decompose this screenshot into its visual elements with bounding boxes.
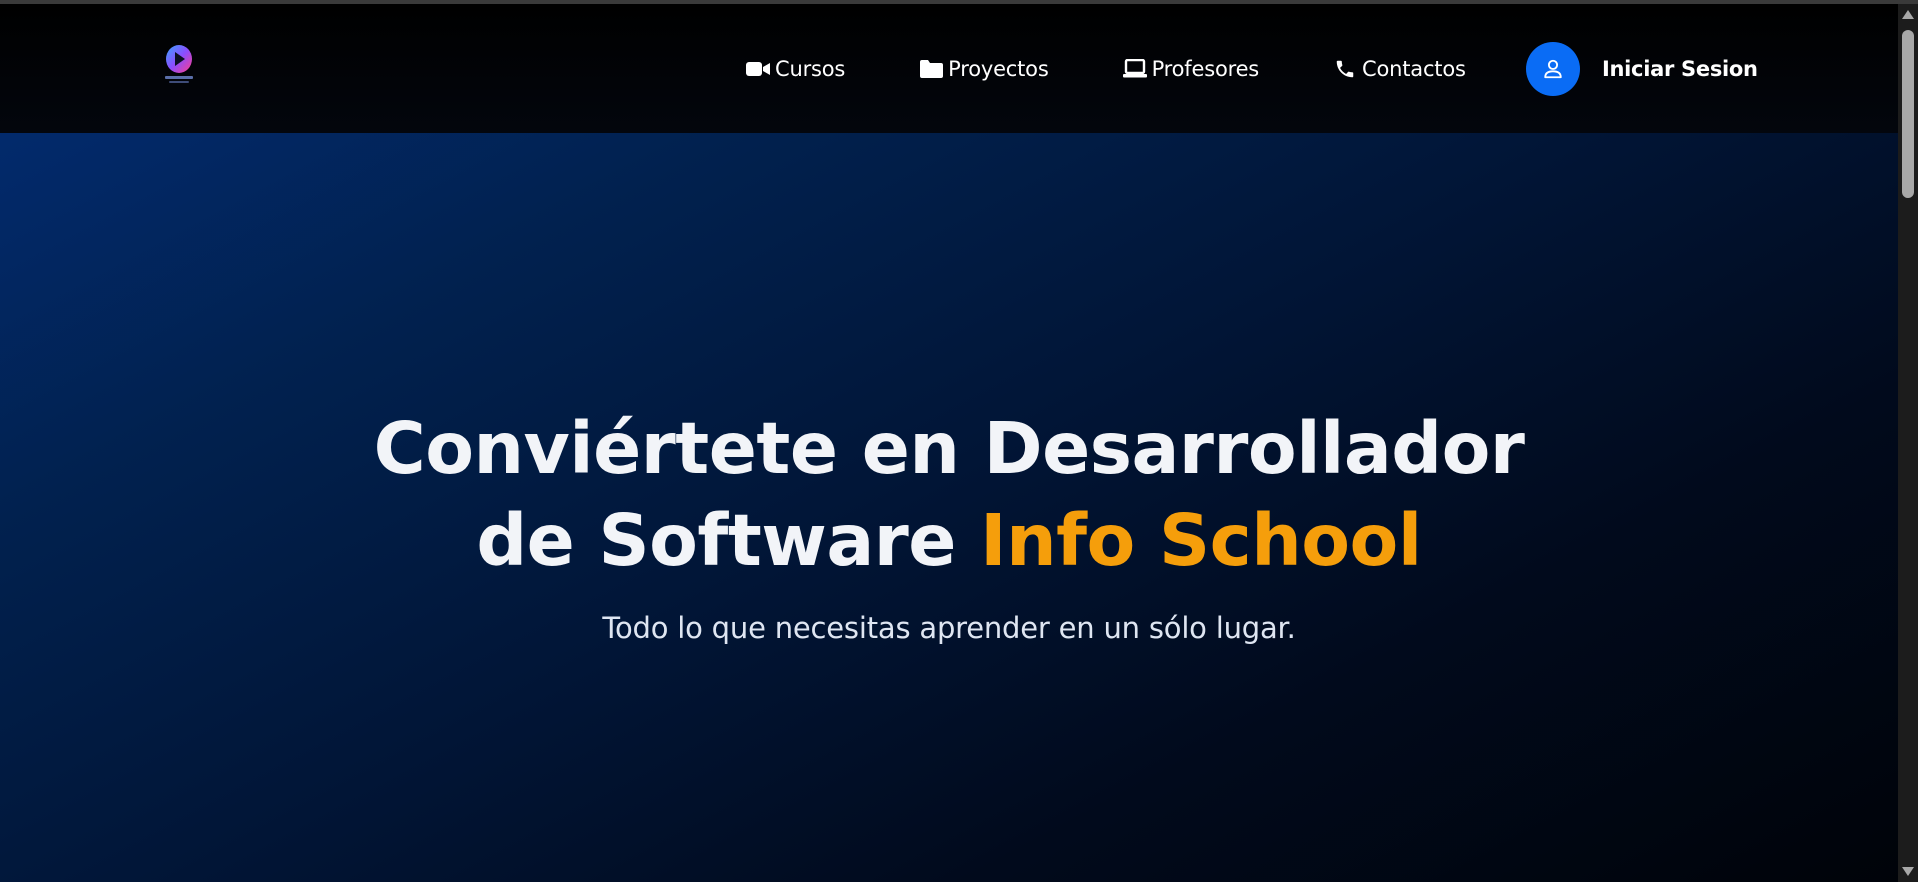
login-button[interactable]: Iniciar Sesion	[1526, 42, 1758, 96]
nav-link-label: Cursos	[775, 56, 846, 81]
login-label: Iniciar Sesion	[1602, 57, 1758, 81]
nav-link-proyectos[interactable]: Proyectos	[919, 56, 1049, 81]
vertical-scrollbar[interactable]	[1898, 4, 1918, 882]
hero-section: Conviértete en Desarrollador de Software…	[0, 133, 1898, 882]
login-avatar-button[interactable]	[1526, 42, 1580, 96]
nav-link-contactos[interactable]: Contactos	[1333, 57, 1466, 81]
scroll-down-arrow-icon[interactable]	[1902, 867, 1914, 876]
phone-icon	[1333, 58, 1357, 80]
folder-icon	[919, 58, 943, 80]
page-viewport: Cursos Proyectos Profesores Contactos In…	[0, 4, 1898, 882]
brain-play-logo-icon	[165, 45, 193, 83]
nav-link-label: Proyectos	[948, 56, 1049, 81]
scrollbar-thumb[interactable]	[1902, 30, 1914, 198]
site-logo[interactable]	[160, 42, 198, 88]
nav-links: Cursos Proyectos Profesores Contactos	[746, 4, 1466, 133]
nav-link-profesores[interactable]: Profesores	[1122, 56, 1260, 81]
hero-title-line2-prefix: de Software	[476, 499, 956, 582]
hero-title: Conviértete en Desarrollador de Software…	[0, 403, 1898, 587]
hero-subtitle: Todo lo que necesitas aprender en un sól…	[602, 611, 1296, 645]
hero-title-accent: Info School	[980, 499, 1422, 582]
nav-link-label: Contactos	[1362, 56, 1466, 81]
navbar: Cursos Proyectos Profesores Contactos In…	[0, 4, 1898, 133]
nav-link-label: Profesores	[1151, 56, 1260, 81]
nav-link-cursos[interactable]: Cursos	[746, 57, 845, 81]
hero-title-line1: Conviértete en Desarrollador	[373, 407, 1525, 490]
laptop-icon	[1122, 58, 1147, 80]
scroll-up-arrow-icon[interactable]	[1902, 10, 1914, 19]
video-camera-icon	[746, 58, 770, 80]
user-icon	[1544, 59, 1562, 79]
